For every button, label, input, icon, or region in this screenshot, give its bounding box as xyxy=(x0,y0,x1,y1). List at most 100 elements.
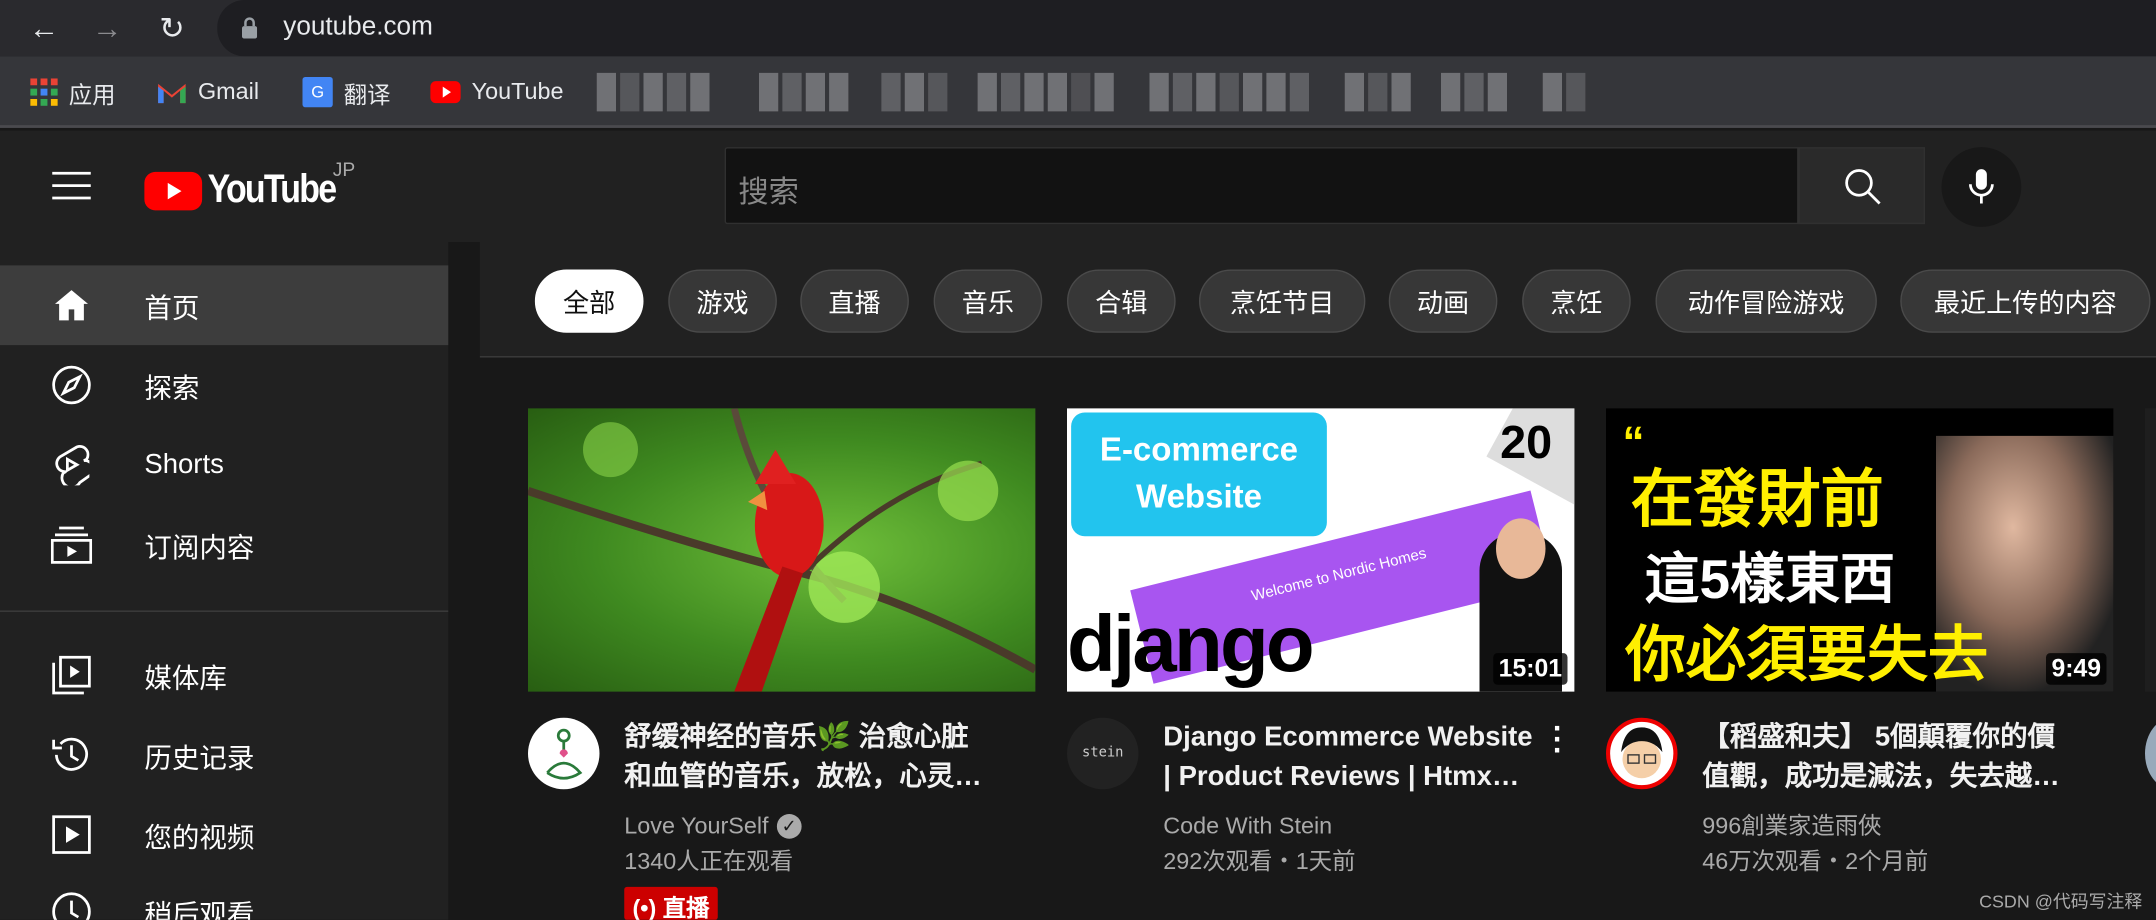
bookmark-youtube[interactable]: YouTube xyxy=(430,76,563,109)
watermark: CSDN @代码写注释 xyxy=(1979,891,2143,912)
bookmark-apps[interactable]: 应用 xyxy=(30,76,116,109)
live-broadcast-icon: (•) xyxy=(632,895,657,920)
shorts-icon xyxy=(51,444,92,486)
sidebar-item-your-videos[interactable]: 您的视频 xyxy=(0,795,448,875)
sidebar-item-label: 您的视频 xyxy=(144,822,255,854)
video-title[interactable]: Django Ecommerce Website | Product Revie… xyxy=(1163,718,1548,798)
library-icon xyxy=(51,655,92,696)
filter-chip-bar: 全部 游戏 直播 音乐 合辑 烹饪节目 动画 烹饪 动作冒险游戏 最近上传的内容 xyxy=(479,242,2156,358)
live-badge-label: 直播 xyxy=(662,895,710,920)
title-line: 【稻盛和夫】 5個顛覆你的價 xyxy=(1702,721,2056,753)
channel-name[interactable]: Love YourSelf xyxy=(624,809,768,845)
channel-avatar[interactable]: stein xyxy=(1067,717,1139,790)
apps-grid-icon xyxy=(30,78,58,106)
channel-avatar[interactable] xyxy=(528,717,600,790)
bookmark-translate[interactable]: G 翻译 xyxy=(302,76,391,109)
forward-icon[interactable]: → xyxy=(87,8,128,49)
channel-avatar-partial[interactable] xyxy=(2145,717,2156,790)
address-bar[interactable]: youtube.com xyxy=(217,0,2156,57)
search-button[interactable] xyxy=(1798,147,1925,225)
video-thumbnail-partial[interactable] xyxy=(2145,408,2156,692)
video-title[interactable]: 【稻盛和夫】 5個顛覆你的價 值觀，成功是減法，失去越… xyxy=(1702,718,2087,798)
home-icon xyxy=(51,285,92,326)
back-icon[interactable]: ← xyxy=(23,8,64,49)
reload-icon[interactable]: ↻ xyxy=(151,8,192,49)
channel-avatar[interactable] xyxy=(1606,717,1678,790)
your-videos-icon xyxy=(51,814,92,855)
logo-text: YouTube xyxy=(207,167,337,212)
sidebar-item-explore[interactable]: 探索 xyxy=(0,345,448,425)
microphone-icon xyxy=(1969,169,1994,204)
compass-icon xyxy=(51,364,92,405)
chip-cooking-shows[interactable]: 烹饪节目 xyxy=(1199,269,1366,333)
cartoon-avatar-icon xyxy=(1621,727,1663,779)
avatar-text: stein xyxy=(1082,745,1124,761)
sidebar-item-watch-later[interactable]: 稍后观看 xyxy=(0,872,448,920)
youtube-icon xyxy=(430,81,461,104)
sidebar-divider xyxy=(0,610,449,612)
chip-cooking[interactable]: 烹饪 xyxy=(1522,269,1631,333)
sidebar-item-library[interactable]: 媒体库 xyxy=(0,635,448,715)
sidebar-item-label: Shorts xyxy=(144,448,224,480)
title-line: 舒缓神经的音乐🌿 治愈心脏 xyxy=(624,721,969,753)
channel-name[interactable]: 996創業家造雨俠 xyxy=(1702,809,1928,845)
url-text: youtube.com xyxy=(283,12,433,42)
chip-action-adventure-games[interactable]: 动作冒险游戏 xyxy=(1655,269,1877,333)
video-meta: Code With Stein 292次观看・1天前 xyxy=(1163,809,1355,881)
chip-all[interactable]: 全部 xyxy=(534,269,644,333)
bookmarks-bar: 应用 Gmail G 翻译 YouTube xyxy=(0,56,2156,128)
lock-icon xyxy=(242,17,258,39)
google-translate-icon: G xyxy=(302,77,333,108)
chip-live[interactable]: 直播 xyxy=(800,269,909,333)
video-meta: 996創業家造雨俠 46万次观看・2个月前 xyxy=(1702,809,1928,881)
live-badge: (•) 直播 xyxy=(624,886,718,920)
bookmark-gmail[interactable]: Gmail xyxy=(157,76,259,109)
sidebar-item-label: 历史记录 xyxy=(144,743,255,774)
region-code: JP xyxy=(332,158,356,181)
thumb-caption: 在發財前 xyxy=(1630,463,1884,535)
sidebar-item-label: 订阅内容 xyxy=(144,532,255,564)
video-stats: 292次观看・1天前 xyxy=(1163,848,1356,875)
thumb-django-logo: django xyxy=(1067,599,1315,689)
video-thumbnail[interactable] xyxy=(528,408,1036,692)
sidebar-item-label: 首页 xyxy=(144,293,200,324)
bookmark-label: YouTube xyxy=(471,78,564,105)
chip-mixes[interactable]: 合辑 xyxy=(1067,269,1176,333)
chip-recently-uploaded[interactable]: 最近上传的内容 xyxy=(1900,269,2151,333)
screen: ← → ↻ youtube.com 应用 Gmail G 翻译 YouTube xyxy=(0,0,2156,920)
cardinal-bird-image xyxy=(528,408,1036,692)
video-stats: 46万次观看・2个月前 xyxy=(1702,848,1929,875)
title-line: Django Ecommerce Website xyxy=(1163,721,1533,753)
video-meta: Love YourSelf ✓ 1340人正在观看 xyxy=(624,809,802,881)
title-line: 值觀，成功是減法，失去越… xyxy=(1702,761,2060,792)
youtube-logo[interactable]: YouTube xyxy=(144,168,357,213)
gmail-icon xyxy=(158,83,186,103)
channel-name[interactable]: Code With Stein xyxy=(1163,809,1355,845)
sidebar-item-home[interactable]: 首页 xyxy=(0,265,449,346)
video-thumbnail[interactable]: E-commerce Website 20 Welcome to Nordic … xyxy=(1067,408,1575,692)
chip-animation[interactable]: 动画 xyxy=(1388,269,1498,333)
chip-games[interactable]: 游戏 xyxy=(668,269,777,333)
thumb-number: 20 xyxy=(1500,416,1553,469)
video-duration: 9:49 xyxy=(2045,653,2107,685)
search-icon xyxy=(1845,169,1881,205)
voice-search-button[interactable] xyxy=(1941,147,2022,227)
search-input[interactable]: 搜索 xyxy=(724,147,1799,225)
sidebar-item-history[interactable]: 历史记录 xyxy=(0,715,448,795)
blurred-bookmarks xyxy=(596,72,1586,112)
bookmark-label: 翻译 xyxy=(343,81,391,108)
sidebar-item-subscriptions[interactable]: 订阅内容 xyxy=(0,505,448,585)
video-thumbnail[interactable]: “ 在發財前 這5樣東西 你必須要失去 9:49 xyxy=(1606,408,2114,692)
thumb-caption: E-commerce Website xyxy=(1071,412,1327,537)
sidebar-item-shorts[interactable]: Shorts xyxy=(0,425,448,505)
bookmark-label: 应用 xyxy=(68,81,116,108)
sidebar-item-label: 探索 xyxy=(144,373,200,404)
more-options-icon[interactable]: · · · xyxy=(1546,713,1571,765)
youtube-masthead: YouTube JP 搜索 xyxy=(0,130,2156,242)
menu-icon[interactable] xyxy=(52,171,91,200)
youtube-play-icon xyxy=(144,171,203,210)
title-line: 和血管的音乐，放松，心灵… xyxy=(624,761,982,792)
sidebar: 首页 探索 Shorts 订阅内容 媒体库 历史记录 您的视频 稍后观看 xyxy=(0,242,449,920)
chip-music[interactable]: 音乐 xyxy=(933,269,1043,333)
video-title[interactable]: 舒缓神经的音乐🌿 治愈心脏 和血管的音乐，放松，心灵… xyxy=(624,718,1009,798)
